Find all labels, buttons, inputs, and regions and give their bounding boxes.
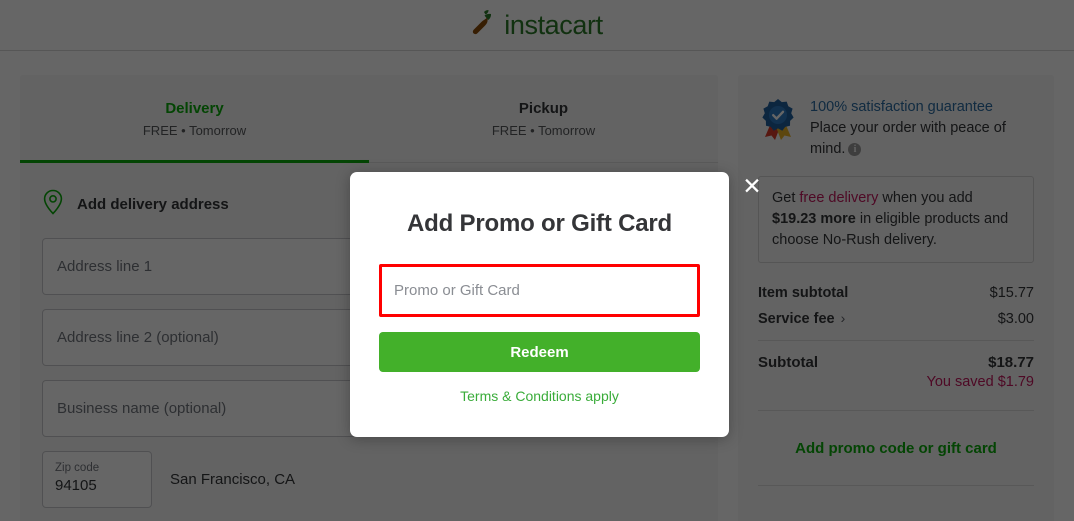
terms-and-conditions-link[interactable]: Terms & Conditions apply bbox=[379, 388, 700, 404]
close-icon[interactable]: ✕ bbox=[740, 175, 764, 199]
add-promo-modal: Add Promo or Gift Card Promo or Gift Car… bbox=[350, 172, 729, 437]
redeem-button[interactable]: Redeem bbox=[379, 332, 700, 372]
promo-code-input[interactable]: Promo or Gift Card bbox=[379, 264, 700, 317]
modal-title: Add Promo or Gift Card bbox=[407, 210, 672, 237]
